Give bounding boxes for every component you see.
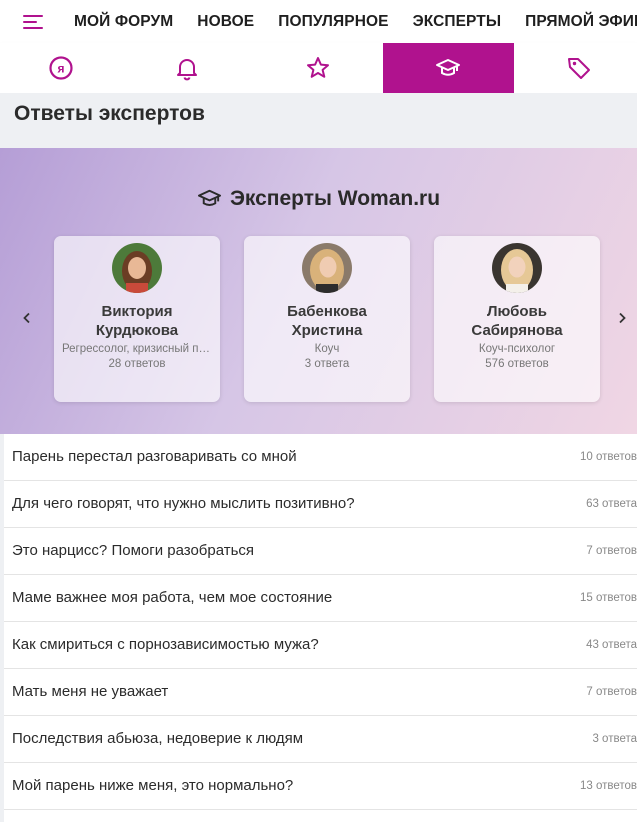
- page-title: Ответы экспертов: [14, 102, 205, 125]
- list-item[interactable]: Последствия абьюза, недоверие к людям 3 …: [4, 716, 637, 763]
- expert-name: Любовь Сабирянова: [471, 303, 563, 339]
- answers-count: 15 ответов: [579, 592, 637, 604]
- list-item[interactable]: Маме важнее моя работа, чем мое состояни…: [4, 575, 637, 622]
- question-title[interactable]: Мать меня не уважает: [12, 683, 168, 700]
- answers-count: 7 ответов: [586, 545, 637, 557]
- list-item[interactable]: Парень перестал разговаривать со мной 10…: [4, 434, 637, 481]
- questions-list: Парень перестал разговаривать со мной 10…: [4, 434, 637, 810]
- chevron-left-icon: [23, 312, 30, 324]
- question-title[interactable]: Последствия абьюза, недоверие к людям: [12, 730, 303, 747]
- chevron-right-icon: [619, 312, 626, 324]
- expert-role: Коуч: [314, 343, 340, 355]
- nav-experts[interactable]: ЭКСПЕРТЫ: [413, 13, 502, 31]
- avatar: [492, 243, 542, 293]
- answers-count: 13 ответов: [579, 780, 637, 792]
- question-title[interactable]: Это нарцисс? Помоги разобраться: [12, 542, 254, 559]
- question-title[interactable]: Для чего говорят, что нужно мыслить пози…: [12, 495, 355, 512]
- experts-title-text: Эксперты Woman.ru: [229, 186, 441, 210]
- page-header: Ответы экспертов: [0, 93, 637, 148]
- expert-answers-count: 3 ответа: [304, 358, 350, 370]
- answers-count: 63 ответа: [586, 498, 637, 510]
- question-title[interactable]: Как смириться с порнозависимостью мужа?: [12, 636, 319, 653]
- tab-notifications[interactable]: [122, 43, 253, 93]
- carousel-next-button[interactable]: [614, 310, 630, 326]
- list-item[interactable]: Мой парень ниже меня, это нормально? 13 …: [4, 763, 637, 810]
- question-title[interactable]: Маме важнее моя работа, чем мое состояни…: [12, 589, 332, 606]
- list-item[interactable]: Как смириться с порнозависимостью мужа? …: [4, 622, 637, 669]
- graduation-cap-icon: [436, 59, 461, 76]
- ya-icon: я: [49, 56, 73, 80]
- answers-count: 10 ответов: [579, 451, 637, 463]
- star-icon: [306, 57, 329, 78]
- answers-count: 43 ответа: [586, 639, 637, 651]
- tab-experts[interactable]: [383, 43, 514, 93]
- expert-name: Бабенкова Христина: [287, 303, 367, 339]
- experts-banner: Эксперты Woman.ru Виктория Курдюкова Рег…: [0, 148, 637, 434]
- carousel-prev-button[interactable]: [19, 310, 35, 326]
- avatar: [302, 243, 352, 293]
- question-title[interactable]: Мой парень ниже меня, это нормально?: [12, 777, 293, 794]
- experts-title: Эксперты Woman.ru: [0, 186, 637, 211]
- graduation-cap-icon: [197, 189, 221, 206]
- menu-icon[interactable]: [23, 14, 43, 29]
- tab-tags[interactable]: [514, 43, 637, 93]
- answers-count: 7 ответов: [586, 686, 637, 698]
- answers-count: 3 ответа: [592, 733, 637, 745]
- tab-favorites[interactable]: [253, 43, 384, 93]
- list-item[interactable]: Это нарцисс? Помоги разобраться 7 ответо…: [4, 528, 637, 575]
- list-item[interactable]: Мать меня не уважает 7 ответов: [4, 669, 637, 716]
- icon-tabs: я: [0, 43, 637, 93]
- expert-answers-count: 28 ответов: [108, 358, 166, 370]
- expert-name: Виктория Курдюкова: [95, 303, 179, 339]
- question-title[interactable]: Парень перестал разговаривать со мной: [12, 448, 297, 465]
- avatar: [112, 243, 162, 293]
- expert-answers-count: 576 ответов: [485, 358, 549, 370]
- nav-popular[interactable]: ПОПУЛЯРНОЕ: [278, 13, 388, 31]
- expert-card[interactable]: Любовь Сабирянова Коуч-психолог 576 отве…: [434, 236, 600, 402]
- nav-my-forum[interactable]: МОЙ ФОРУМ: [74, 13, 173, 31]
- expert-role: Коуч-психолог: [478, 343, 556, 355]
- expert-card[interactable]: Бабенкова Христина Коуч 3 ответа: [244, 236, 410, 402]
- nav-live[interactable]: ПРЯМОЙ ЭФИР: [525, 13, 637, 31]
- bell-icon: [177, 59, 198, 81]
- expert-card[interactable]: Виктория Курдюкова Регрессолог, кризисны…: [54, 236, 220, 402]
- tag-icon: [568, 58, 591, 79]
- svg-text:я: я: [57, 62, 64, 76]
- nav-new[interactable]: НОВОЕ: [197, 13, 254, 31]
- tab-my[interactable]: я: [0, 43, 122, 93]
- top-navigation: МОЙ ФОРУМ НОВОЕ ПОПУЛЯРНОЕ ЭКСПЕРТЫ ПРЯМ…: [0, 0, 637, 43]
- list-item[interactable]: Для чего говорят, что нужно мыслить пози…: [4, 481, 637, 528]
- expert-role: Регрессолог, кризисный психолог: [62, 343, 220, 355]
